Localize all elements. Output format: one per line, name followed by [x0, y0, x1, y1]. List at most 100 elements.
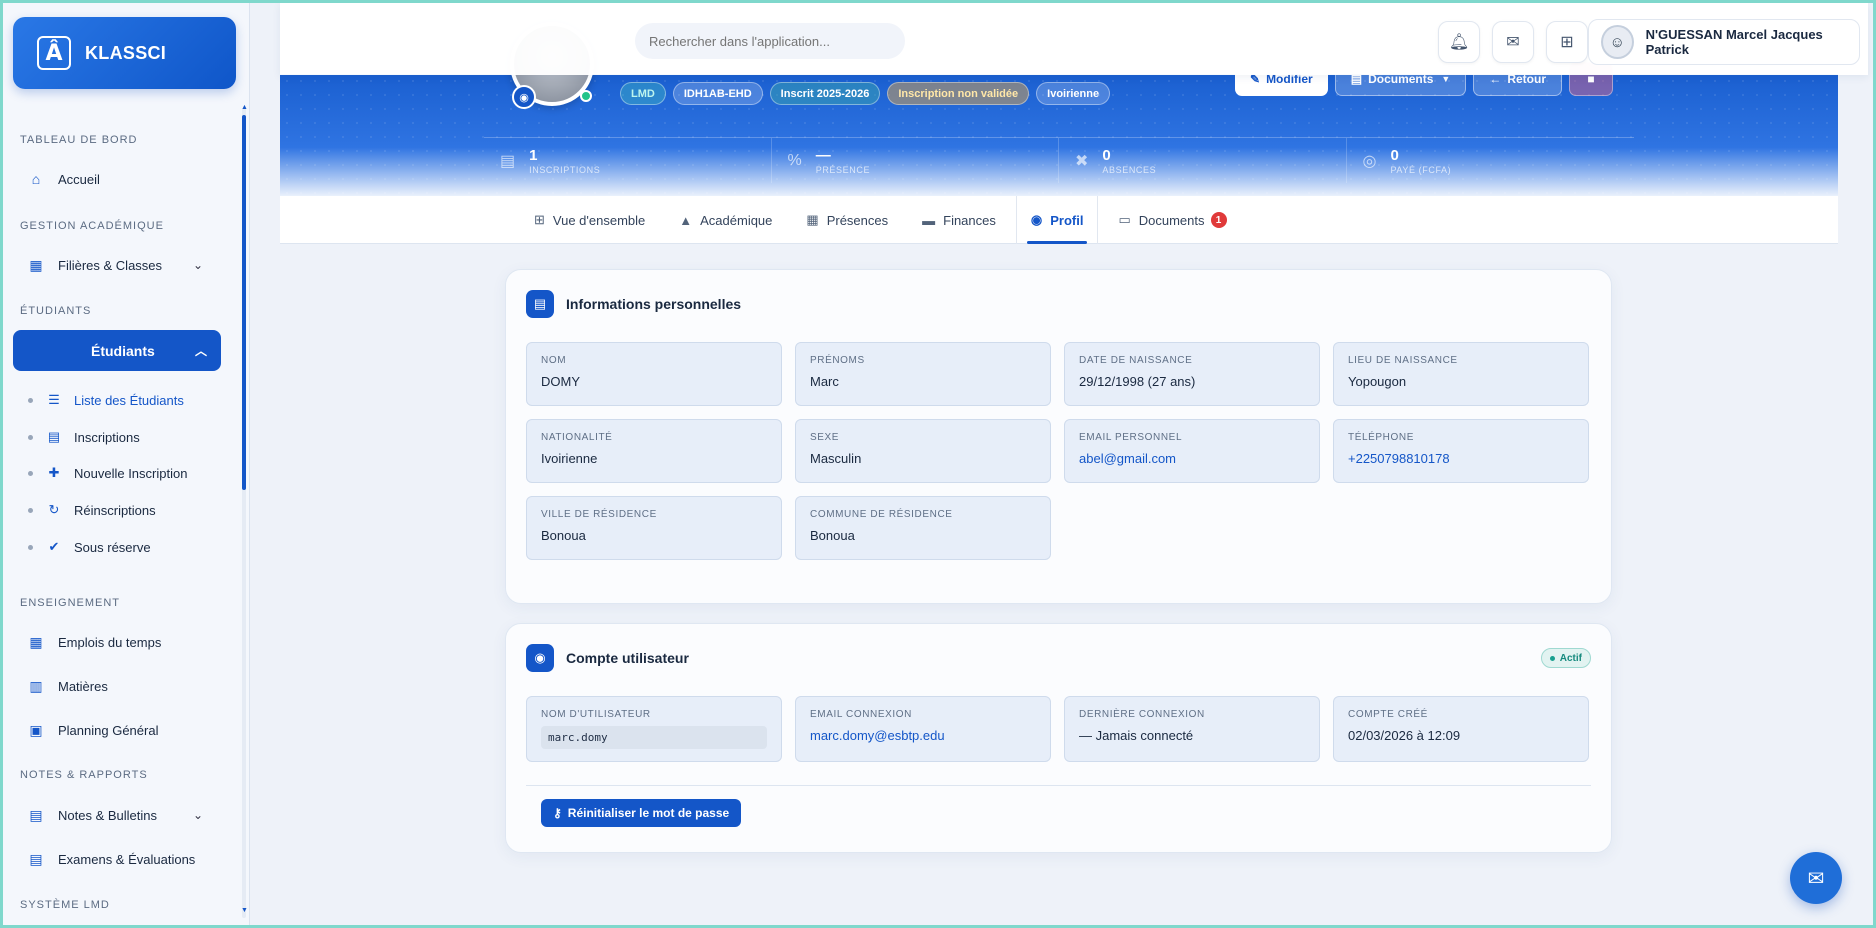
- account-status-badge: Actif: [1540, 648, 1591, 668]
- field-value: Yopougon: [1348, 374, 1407, 389]
- phone-link[interactable]: +2250798810178: [1348, 451, 1574, 466]
- sidebar-item-label: Matières: [58, 678, 108, 694]
- field-telephone: TÉLÉPHONE +2250798810178: [1333, 419, 1589, 483]
- field-compte-cree: COMPTE CRÉÉ 02/03/2026 à 12:09: [1333, 696, 1589, 762]
- field-username: NOM D'UTILISATEUR marc.domy: [526, 696, 782, 762]
- file-icon: ▤: [29, 806, 43, 823]
- field-value: Masculin: [810, 451, 862, 466]
- sidebar-item-planning-general[interactable]: ▣ Planning Général: [28, 722, 158, 738]
- field-nationalite: NATIONALITÉ Ivoirienne: [526, 419, 782, 483]
- tab-documents[interactable]: ▭ Documents 1: [1104, 196, 1240, 244]
- tab-finances[interactable]: ▬ Finances: [908, 196, 1010, 244]
- field-date-naissance: DATE DE NAISSANCE 29/12/1998 (27 ans): [1064, 342, 1320, 406]
- sidebar-scrollbar-thumb[interactable]: [242, 115, 246, 490]
- tab-label: Académique: [700, 212, 773, 228]
- refresh-icon: ↻: [48, 502, 60, 517]
- sidebar-group-etudiants[interactable]: Étudiants ︿: [13, 330, 221, 371]
- sidebar-item-matieres[interactable]: ▥ Matières: [28, 678, 108, 694]
- section-etudiants: ÉTUDIANTS: [20, 305, 92, 317]
- section-enseignement: ENSEIGNEMENT: [20, 597, 121, 609]
- sidebar-item-accueil[interactable]: ⌂ Accueil: [28, 171, 100, 187]
- field-value: Marc: [810, 374, 839, 389]
- stat-inscriptions: ▤ 1 INSCRIPTIONS: [484, 138, 772, 183]
- email-link[interactable]: abel@gmail.com: [1079, 451, 1305, 466]
- sidebar-item-examens[interactable]: ▤ Examens & Évaluations: [28, 851, 195, 867]
- search-input[interactable]: [635, 23, 905, 59]
- sidebar-subitem-inscriptions[interactable]: ▤ Inscriptions: [28, 429, 140, 445]
- user-plus-icon: ✚: [48, 465, 60, 480]
- stat-label: PRÉSENCE: [815, 164, 871, 175]
- field-label: NOM D'UTILISATEUR: [541, 709, 651, 720]
- table-icon: ⊞: [534, 212, 545, 227]
- sidebar-item-notes-bulletins[interactable]: ▤ Notes & Bulletins: [28, 807, 157, 823]
- field-prenoms: PRÉNOMS Marc: [795, 342, 1051, 406]
- sidebar-subitem-label: Inscriptions: [74, 429, 140, 445]
- caret-down-icon: ▼: [1441, 74, 1451, 84]
- profile-tabs: ⊞ Vue d'ensemble ▲ Académique ▦ Présence…: [280, 196, 1838, 244]
- user-menu[interactable]: ☺ N'GUESSAN Marcel Jacques Patrick: [1588, 19, 1860, 65]
- field-label: TÉLÉPHONE: [1348, 432, 1414, 443]
- scroll-down-icon[interactable]: ▼: [241, 907, 248, 914]
- sidebar-subitem-sous-reserve[interactable]: ✔ Sous réserve: [28, 539, 151, 555]
- sidebar-item-emplois-du-temps[interactable]: ▦ Emplois du temps: [28, 634, 161, 650]
- list-icon: ☰: [48, 392, 60, 407]
- field-value: DOMY: [541, 374, 580, 389]
- key-icon: ⚷: [553, 806, 562, 820]
- sidebar-item-label: Examens & Évaluations: [58, 851, 196, 867]
- stat-presence: % — PRÉSENCE: [772, 138, 1059, 183]
- sidebar-item-filieres[interactable]: ▦ Filières & Classes: [28, 257, 162, 273]
- home-icon: ⌂: [31, 171, 41, 187]
- tab-academique[interactable]: ▲ Académique: [665, 196, 786, 244]
- badge-matricule: IDH1AB-EHD: [672, 82, 763, 105]
- sidebar-subitem-liste-etudiants[interactable]: ☰ Liste des Étudiants: [28, 392, 184, 408]
- stat-value: 1: [529, 146, 538, 164]
- login-email-link[interactable]: marc.domy@esbtp.edu: [810, 728, 1036, 743]
- card-title: Compte utilisateur: [566, 650, 689, 666]
- field-label: NATIONALITÉ: [541, 432, 613, 443]
- chevron-down-icon[interactable]: ⌄: [193, 258, 203, 272]
- scroll-up-icon[interactable]: ▲: [241, 104, 248, 111]
- tab-label: Présences: [826, 212, 889, 228]
- folder-icon: ▭: [1118, 212, 1131, 227]
- reset-password-button[interactable]: ⚷ Réinitialiser le mot de passe: [541, 799, 742, 827]
- sidebar-item-label: Accueil: [58, 171, 100, 187]
- sidebar-subitem-label: Nouvelle Inscription: [74, 465, 188, 481]
- stat-value: —: [815, 146, 831, 164]
- chevron-up-icon: ︿: [194, 344, 207, 358]
- sidebar-subitem-nouvelle-inscription[interactable]: ✚ Nouvelle Inscription: [28, 465, 187, 481]
- envelope-icon: ✉: [1506, 34, 1520, 51]
- bullet-icon: [28, 544, 33, 550]
- user-avatar: ☺: [1601, 25, 1634, 59]
- sidebar-item-label: Planning Général: [58, 722, 159, 738]
- calendar-icon: ▦: [806, 212, 819, 227]
- tab-profil[interactable]: ◉ Profil: [1015, 196, 1099, 244]
- field-email-connexion: EMAIL CONNEXION marc.domy@esbtp.edu: [795, 696, 1051, 762]
- sidebar-item-label: Notes & Bulletins: [58, 807, 157, 823]
- clipboard-icon: ▤: [47, 429, 61, 444]
- camera-icon[interactable]: ◉: [512, 85, 536, 109]
- tab-label: Profil: [1050, 212, 1084, 228]
- coins-icon: ◎: [1362, 152, 1377, 170]
- tab-label: Documents: [1138, 212, 1205, 228]
- tab-vue-ensemble[interactable]: ⊞ Vue d'ensemble: [520, 196, 659, 244]
- section-tableau-de-bord: TABLEAU DE BORD: [20, 134, 138, 146]
- bell-icon: 🔔︎: [1448, 34, 1470, 51]
- field-label: EMAIL CONNEXION: [810, 709, 912, 720]
- chevron-down-icon[interactable]: ⌄: [193, 808, 203, 822]
- messages-button[interactable]: ✉: [1492, 21, 1534, 63]
- brand[interactable]: Â KLASSCI: [13, 17, 236, 89]
- field-value: Ivoirienne: [541, 451, 598, 466]
- stat-paye: ◎ 0 PAYÉ (FCFA): [1347, 138, 1635, 183]
- sidebar-subitem-reinscriptions[interactable]: ↻ Réinscriptions: [28, 502, 156, 518]
- field-commune-residence: COMMUNE DE RÉSIDENCE Bonoua: [795, 496, 1051, 560]
- badge-nationality: Ivoirienne: [1036, 82, 1111, 105]
- tab-presences[interactable]: ▦ Présences: [792, 196, 902, 244]
- notifications-button[interactable]: 🔔︎: [1438, 21, 1480, 63]
- calendar-icon: ▦: [29, 633, 43, 650]
- chat-button[interactable]: ✉: [1790, 852, 1842, 904]
- field-nom: NOM DOMY: [526, 342, 782, 406]
- user-x-icon: ✖: [1075, 152, 1089, 170]
- field-label: VILLE DE RÉSIDENCE: [541, 509, 657, 520]
- apps-button[interactable]: ⊞: [1546, 21, 1588, 63]
- sidebar-subitem-label: Sous réserve: [74, 539, 151, 555]
